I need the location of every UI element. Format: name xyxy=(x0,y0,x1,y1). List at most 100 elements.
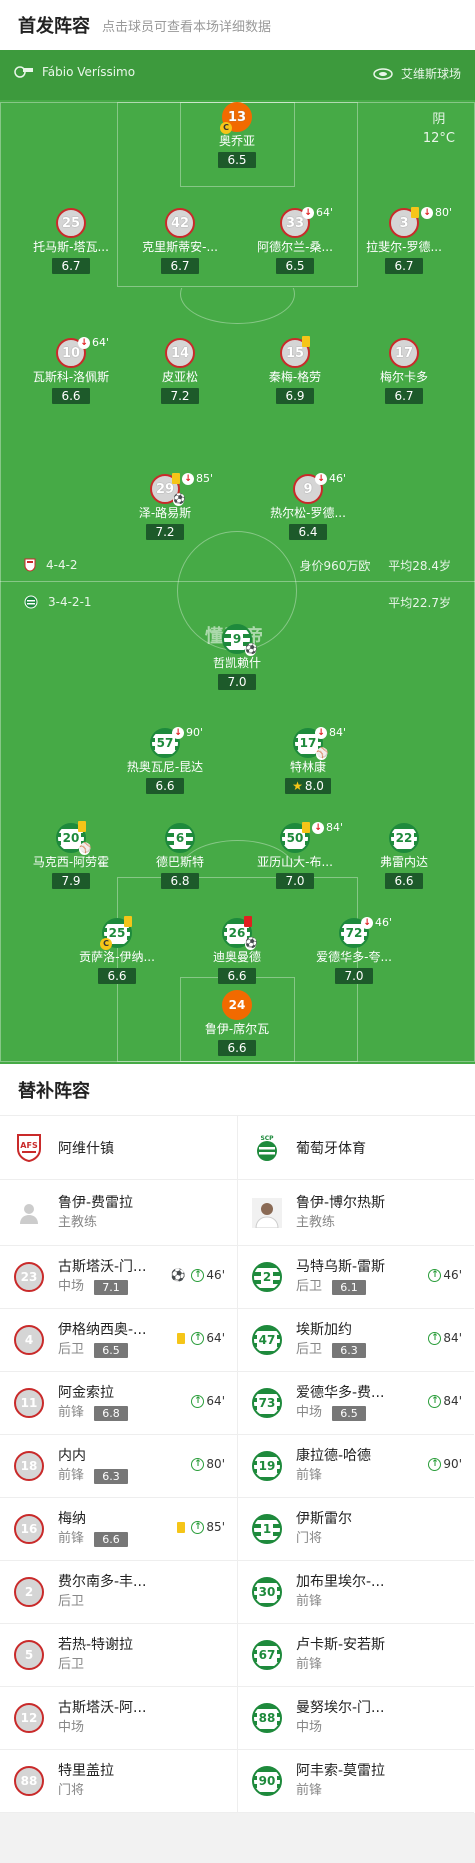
sub-player-row[interactable]: 67 卢卡斯-安若斯 前锋 xyxy=(238,1624,474,1687)
player-away-42[interactable]: 42 克里斯蒂安-... 6.7 xyxy=(115,208,245,274)
sub-player-row[interactable]: 2 费尔南多-丰... 后卫 xyxy=(0,1561,237,1624)
sub-player-row[interactable]: 88 曼努埃尔-门... 中场 xyxy=(238,1687,474,1750)
sub-event: ↓ 84' xyxy=(315,726,346,739)
player-name: 加布里埃尔-... xyxy=(296,1574,385,1590)
sub-time: 80' xyxy=(435,206,453,219)
sub-player-row[interactable]: 73 爱德华多-费... 中场 6.5 ↑ 84' xyxy=(238,1372,474,1435)
player-number: 4 xyxy=(24,1333,34,1347)
player-home-6[interactable]: 6 德巴斯特 6.8 xyxy=(115,823,245,889)
sub-time: 84' xyxy=(329,726,347,739)
sub-event: ↓ 46' xyxy=(361,916,392,929)
sub-player-row[interactable]: 2 马特乌斯-雷斯 后卫 6.1 ↑ 46' xyxy=(238,1246,474,1309)
goal-ball-icon: ⚽ xyxy=(245,644,258,656)
sub-on-event: ↑ 84' xyxy=(428,1394,462,1408)
player-number: 88 xyxy=(256,1710,278,1725)
sub-player-row[interactable]: 30 加布里埃尔-... 前锋 xyxy=(238,1561,474,1624)
referee-info: Fábio Veríssimo xyxy=(14,65,135,79)
goal-ball-icon: ⚽ xyxy=(170,1268,186,1282)
home-team-age: 平均22.7岁 xyxy=(388,595,451,610)
player-rating: 6.6 xyxy=(385,873,423,889)
player-home-57[interactable]: 57 ↓ 90' 热奥瓦尼-昆达 6.6 xyxy=(100,726,230,794)
player-away-29[interactable]: 29 ⚽ ↓ 85' 泽-路易斯 7.2 xyxy=(100,472,230,540)
player-name: 德巴斯特 xyxy=(155,855,204,869)
jersey-icon: 30 xyxy=(252,1577,282,1607)
sub-player-row[interactable]: 11 阿金索拉 前锋 6.8 ↑ 64' xyxy=(0,1372,237,1435)
player-number: 11 xyxy=(20,1396,38,1410)
sub-off-icon: ↓ xyxy=(78,336,90,349)
away-coach-row[interactable]: 鲁伊-费雷拉 主教练 xyxy=(0,1180,237,1246)
player-position: 门将 xyxy=(296,1531,323,1546)
player-position: 前锋 xyxy=(58,1405,85,1420)
player-away-9[interactable]: 9 ↓ 46' 热尔松-罗德... 6.4 xyxy=(243,472,373,540)
sub-event: ↓ 80' xyxy=(411,206,452,219)
sub-player-row[interactable]: 47 埃斯加约 后卫 6.3 ↑ 84' xyxy=(238,1309,474,1372)
sub-on-event: ↑ 64' xyxy=(191,1394,225,1408)
player-rating: 6.8 xyxy=(161,873,199,889)
whistle-icon xyxy=(14,66,33,78)
sub-on-icon: ↑ xyxy=(428,1268,442,1282)
player-away-13[interactable]: 13 C 奥乔亚 6.5 xyxy=(172,102,302,168)
sub-player-row[interactable]: 1 伊斯雷尔 门将 xyxy=(238,1498,474,1561)
sub-on-event: ↑ 85' xyxy=(177,1520,225,1534)
player-number: 73 xyxy=(256,1395,278,1410)
sub-off-icon: ↓ xyxy=(315,726,327,739)
player-home-26[interactable]: 26 ⚽ 迪奥曼德 6.6 xyxy=(172,916,302,984)
sub-player-row[interactable]: 4 伊格纳西奥-... 后卫 6.5 ↑ 64' xyxy=(0,1309,237,1372)
stadium-icon xyxy=(373,67,393,80)
sub-off-icon: ↓ xyxy=(361,916,373,929)
sub-player-row[interactable]: 16 梅纳 前锋 6.6 ↑ 85' xyxy=(0,1498,237,1561)
sub-player-row[interactable]: 23 古斯塔沃-门... 中场 7.1 ⚽ ↑ 46' xyxy=(0,1246,237,1309)
jersey-icon: 88 xyxy=(14,1766,44,1796)
sub-event: ↓ 64' xyxy=(78,336,109,349)
jersey-icon: 67 xyxy=(252,1640,282,1670)
home-formation: 3-4-2-1 xyxy=(48,595,92,609)
player-home-22[interactable]: 22 弗雷内达 6.6 xyxy=(339,823,469,889)
player-name: 埃斯加约 xyxy=(296,1322,352,1338)
sub-player-row[interactable]: 90 阿丰索-莫雷拉 前锋 xyxy=(238,1750,474,1813)
home-team-row[interactable]: SCP 葡萄牙体育 xyxy=(238,1116,474,1180)
player-name: 克里斯蒂安-... xyxy=(142,240,218,254)
player-number: 15 xyxy=(285,345,305,361)
sub-on-event: ↑ 80' xyxy=(191,1457,225,1471)
away-team-info: 4-4-2 身价960万欧 平均28.4岁 xyxy=(0,554,475,576)
away-team-row[interactable]: AFS 阿维什镇 xyxy=(0,1116,237,1180)
pitch: Fábio Veríssimo 艾维斯球场 阴 12°C 懂球帝 4-4-2 身… xyxy=(0,50,475,1064)
player-number: 3 xyxy=(399,215,409,231)
home-coach-row[interactable]: 鲁伊-博尔热斯 主教练 xyxy=(238,1180,474,1246)
sub-player-row[interactable]: 88 特里盖拉 门将 xyxy=(0,1750,237,1813)
subs-section: AFS 阿维什镇 鲁伊-费雷拉 主教练 23 古斯塔沃-门... 中场 7.1 ⚽ ↑… xyxy=(0,1116,475,1813)
player-name: 费尔南多-丰... xyxy=(58,1574,147,1590)
player-away-17[interactable]: 17 梅尔卡多 6.7 xyxy=(339,338,469,404)
home-team-stats: 平均22.7岁 xyxy=(374,594,451,611)
jersey-icon: 6 xyxy=(165,823,195,853)
sub-off-icon: ↓ xyxy=(172,726,184,739)
sub-time: 84' xyxy=(443,1394,462,1408)
jersey-icon: 18 xyxy=(14,1451,44,1481)
player-home-24[interactable]: 24 鲁伊-席尔瓦 6.6 xyxy=(172,990,302,1056)
sub-on-icon: ↑ xyxy=(191,1520,205,1534)
player-number: 14 xyxy=(170,345,190,361)
player-away-14[interactable]: 14 皮亚松 7.2 xyxy=(115,338,245,404)
weather-condition: 阴 xyxy=(432,112,446,127)
player-name: 爱德华多-费... xyxy=(296,1385,385,1401)
player-away-3[interactable]: 3 ↓ 80' 拉斐尔-罗德... 6.7 xyxy=(339,206,469,274)
sub-player-row[interactable]: 5 若热-特谢拉 后卫 xyxy=(0,1624,237,1687)
player-name: 古斯塔沃-门... xyxy=(58,1259,147,1275)
player-home-72[interactable]: 72 ↓ 46' 爱德华多-夸... 7.0 xyxy=(289,916,419,984)
jersey-icon: 22 xyxy=(389,823,419,853)
player-position: 后卫 xyxy=(296,1279,323,1294)
sub-player-row[interactable]: 18 内内 前锋 6.3 ↑ 80' xyxy=(0,1435,237,1498)
player-position: 前锋 xyxy=(296,1657,323,1672)
jersey-icon: 42 xyxy=(165,208,195,238)
referee-name: Fábio Veríssimo xyxy=(42,65,136,79)
sub-player-row[interactable]: 12 古斯塔沃-阿... 中场 xyxy=(0,1687,237,1750)
player-name: 迪奥曼德 xyxy=(212,950,261,964)
sub-on-event: ↑ 46' xyxy=(428,1268,462,1282)
player-home-9[interactable]: 9 ⚽ 哲凯赖什 7.0 xyxy=(172,624,302,690)
sub-on-event: ↑ 84' xyxy=(428,1331,462,1345)
player-rating: 7.2 xyxy=(161,388,199,404)
player-position: 中场 xyxy=(58,1720,85,1735)
player-home-25[interactable]: 25 C 贡萨洛-伊纳... 6.6 xyxy=(52,916,182,984)
player-home-17[interactable]: 17 ⚾ ↓ 84' 特林康 ★ 8.0 xyxy=(243,726,373,794)
sub-player-row[interactable]: 19 康拉德-哈德 前锋 ↑ 90' xyxy=(238,1435,474,1498)
